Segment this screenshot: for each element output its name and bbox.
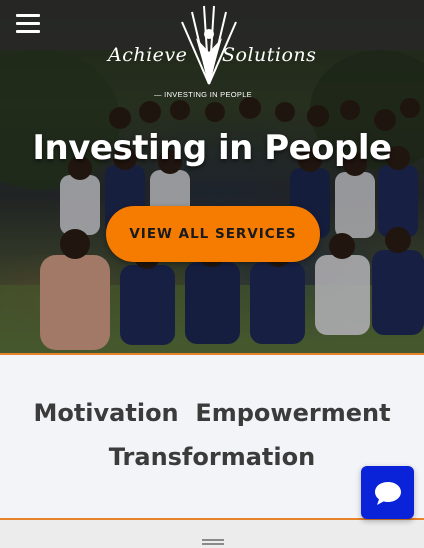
drag-handle-icon[interactable]: [202, 539, 226, 545]
values-heading-line2: Transformation: [108, 443, 316, 471]
values-heading-line1: Motivation Empowerment: [33, 399, 391, 427]
site-logo[interactable]: Achieve Solutions — INVESTING IN PEOPLE: [104, 4, 324, 100]
logo-tagline: — INVESTING IN PEOPLE: [154, 90, 252, 99]
logo-word-achieve: Achieve: [108, 44, 188, 66]
hamburger-menu-icon[interactable]: [16, 14, 42, 36]
hero-banner: Achieve Solutions — INVESTING IN PEOPLE …: [0, 0, 424, 354]
chat-bubble-icon: [374, 481, 401, 505]
chat-button[interactable]: [361, 466, 414, 519]
view-all-services-button[interactable]: VIEW ALL SERVICES: [106, 206, 320, 262]
hero-title: Investing in People: [32, 128, 392, 168]
logo-word-solutions: Solutions: [222, 44, 317, 66]
